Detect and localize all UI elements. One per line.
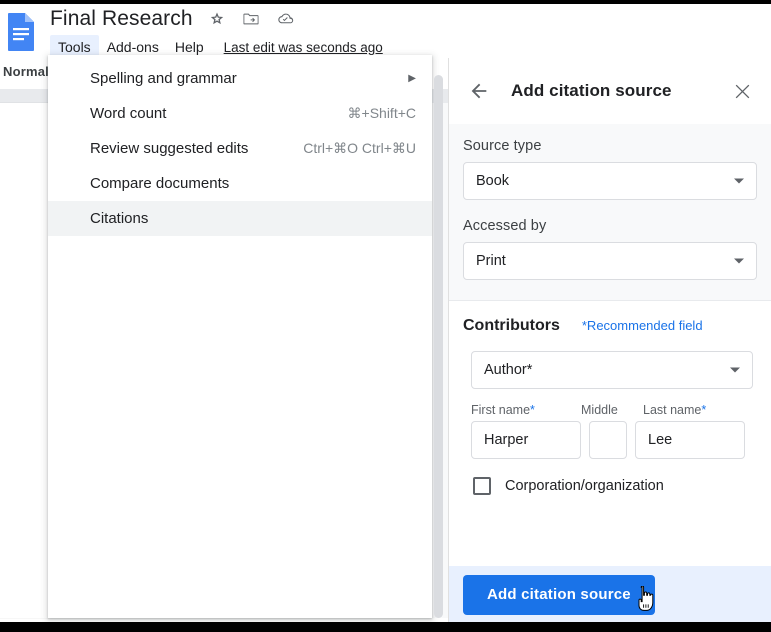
source-type-label: Source type xyxy=(463,138,542,154)
menu-item-label: Word count xyxy=(90,105,167,122)
panel-footer: Add citation source xyxy=(449,566,771,622)
accessed-by-label: Accessed by xyxy=(463,218,547,234)
corporation-checkbox[interactable] xyxy=(473,477,491,495)
name-field-inputs: Harper Lee xyxy=(471,421,757,459)
arrow-left-icon[interactable] xyxy=(465,77,493,105)
last-edit-status[interactable]: Last edit was seconds ago xyxy=(224,40,383,55)
contributors-section: Contributors *Recommended field Author* … xyxy=(449,301,771,501)
menu-item-label: Review suggested edits xyxy=(90,140,249,157)
menu-item-shortcut: ⌘+Shift+C xyxy=(347,105,416,121)
contributors-title: Contributors xyxy=(463,317,560,334)
contributor-role-value: Author* xyxy=(484,362,533,378)
recommended-field-note: *Recommended field xyxy=(581,318,703,333)
star-icon[interactable] xyxy=(207,9,227,29)
menu-scrollbar-thumb[interactable] xyxy=(434,75,443,618)
menu-item-label: Compare documents xyxy=(90,175,230,192)
corporation-checkbox-row[interactable]: Corporation/organization xyxy=(473,477,757,495)
citation-side-panel: Add citation source Source type Book Acc… xyxy=(448,58,771,622)
menu-item-review-suggested-edits[interactable]: Review suggested edits Ctrl+⌘O Ctrl+⌘U xyxy=(48,131,432,166)
chevron-down-icon xyxy=(734,178,744,184)
accessed-by-value: Print xyxy=(476,253,506,269)
add-citation-source-button[interactable]: Add citation source xyxy=(463,574,655,615)
panel-body: Source type Book Accessed by Print Contr… xyxy=(449,124,771,566)
source-type-select[interactable]: Book xyxy=(463,162,757,200)
accessed-by-select[interactable]: Print xyxy=(463,242,757,280)
menu-item-label: Citations xyxy=(90,210,149,227)
last-name-label: Last name* xyxy=(643,403,707,417)
chevron-down-icon xyxy=(730,367,740,373)
app-window: Final Research Tools Add-ons Help Last e… xyxy=(0,0,771,632)
document-title[interactable]: Final Research xyxy=(50,7,193,31)
last-name-input[interactable]: Lee xyxy=(635,421,745,459)
contributor-role-select[interactable]: Author* xyxy=(471,351,753,389)
menu-item-compare-documents[interactable]: Compare documents xyxy=(48,166,432,201)
first-name-label: First name* xyxy=(471,403,535,417)
submenu-arrow-icon: ▶ xyxy=(408,73,416,84)
cloud-saved-icon[interactable] xyxy=(275,9,295,29)
panel-title: Add citation source xyxy=(511,81,672,100)
name-field-labels: First name* Middle Last name* xyxy=(471,403,757,417)
menu-item-label: Spelling and grammar xyxy=(90,70,237,87)
source-type-group: Source type Book xyxy=(463,138,757,200)
menu-item-shortcut: Ctrl+⌘O Ctrl+⌘U xyxy=(303,140,416,156)
accessed-by-group: Accessed by Print xyxy=(463,218,757,280)
google-docs-logo-icon xyxy=(6,12,36,52)
menu-item-word-count[interactable]: Word count ⌘+Shift+C xyxy=(48,96,432,131)
move-to-folder-icon[interactable] xyxy=(241,9,261,29)
close-icon[interactable] xyxy=(729,78,755,104)
docs-header: Final Research Tools Add-ons Help Last e… xyxy=(0,4,771,59)
source-type-value: Book xyxy=(476,173,510,189)
screen-bottom-edge xyxy=(0,622,771,632)
corporation-checkbox-label: Corporation/organization xyxy=(505,478,664,494)
menu-item-spelling-and-grammar[interactable]: Spelling and grammar ▶ xyxy=(48,61,432,96)
tools-dropdown-menu: Spelling and grammar ▶ Word count ⌘+Shif… xyxy=(48,55,432,618)
paragraph-style-selector[interactable]: Normal xyxy=(3,64,49,79)
middle-name-label: Middle xyxy=(581,403,618,417)
chevron-down-icon xyxy=(734,258,744,264)
document-page[interactable] xyxy=(0,103,48,618)
document-title-row: Final Research xyxy=(50,4,295,34)
panel-header: Add citation source xyxy=(449,58,771,124)
source-section: Source type Book Accessed by Print xyxy=(449,124,771,301)
screen-top-edge xyxy=(0,0,771,4)
contributors-header: Contributors *Recommended field xyxy=(463,317,757,335)
first-name-input[interactable]: Harper xyxy=(471,421,581,459)
menu-item-citations[interactable]: Citations xyxy=(48,201,432,236)
middle-name-input[interactable] xyxy=(589,421,627,459)
